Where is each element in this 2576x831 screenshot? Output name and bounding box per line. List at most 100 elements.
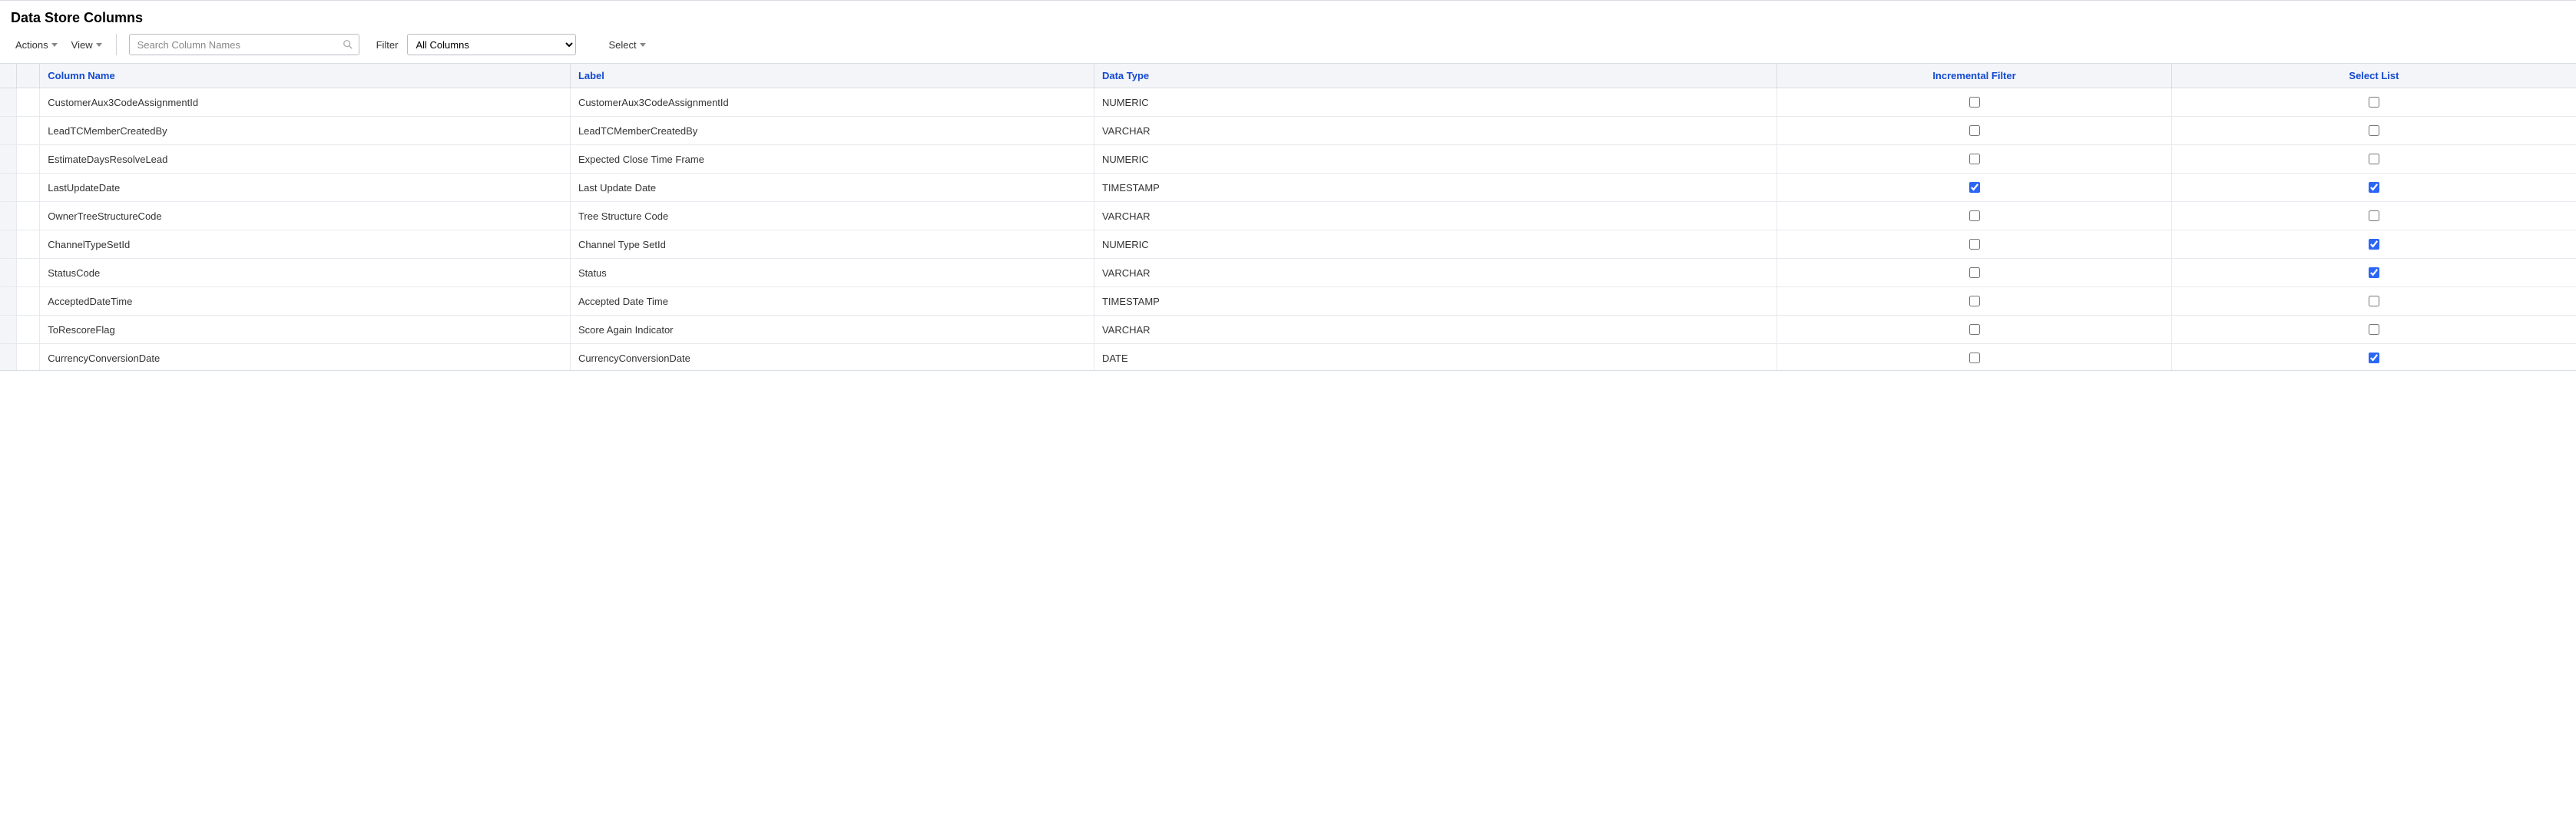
table-row[interactable]: LeadTCMemberCreatedByLeadTCMemberCreated… — [0, 117, 2576, 145]
select-list-checkbox[interactable] — [2369, 296, 2379, 306]
col-header-column-name[interactable]: Column Name — [40, 64, 571, 88]
chevron-down-icon — [640, 43, 646, 47]
table-row[interactable]: CustomerAux3CodeAssignmentIdCustomerAux3… — [0, 88, 2576, 117]
cell-incremental-filter — [1777, 145, 2172, 174]
actions-menu-button[interactable]: Actions — [11, 36, 62, 54]
cell-column-name: CurrencyConversionDate — [40, 344, 571, 371]
actions-label: Actions — [15, 39, 48, 51]
row-handle — [0, 316, 17, 344]
incremental-filter-checkbox[interactable] — [1969, 267, 1980, 278]
table-scroll-region[interactable]: Column Name Label Data Type Incremental … — [0, 63, 2576, 370]
col-header-label[interactable]: Label — [570, 64, 1094, 88]
cell-column-name: LastUpdateDate — [40, 174, 571, 202]
incremental-filter-checkbox[interactable] — [1969, 182, 1980, 193]
table-row[interactable]: ToRescoreFlagScore Again IndicatorVARCHA… — [0, 316, 2576, 344]
row-select-cell — [17, 174, 40, 202]
incremental-filter-checkbox[interactable] — [1969, 296, 1980, 306]
select-list-checkbox[interactable] — [2369, 210, 2379, 221]
filter-label: Filter — [376, 39, 399, 51]
row-select-cell — [17, 344, 40, 371]
cell-data-type: TIMESTAMP — [1094, 287, 1776, 316]
table-row[interactable]: AcceptedDateTimeAccepted Date TimeTIMEST… — [0, 287, 2576, 316]
incremental-filter-checkbox[interactable] — [1969, 97, 1980, 108]
row-select-header — [17, 64, 40, 88]
cell-label: CurrencyConversionDate — [570, 344, 1094, 371]
cell-data-type: TIMESTAMP — [1094, 174, 1776, 202]
col-header-select-list[interactable]: Select List — [2171, 64, 2576, 88]
col-header-data-type[interactable]: Data Type — [1094, 64, 1776, 88]
select-list-checkbox[interactable] — [2369, 267, 2379, 278]
toolbar: Actions View Filter All Columns Select — [0, 34, 2576, 63]
row-select-cell — [17, 117, 40, 145]
row-handle — [0, 287, 17, 316]
row-handle — [0, 230, 17, 259]
row-select-cell — [17, 259, 40, 287]
view-label: View — [71, 39, 93, 51]
incremental-filter-checkbox[interactable] — [1969, 324, 1980, 335]
select-menu-button[interactable]: Select — [604, 36, 650, 54]
row-handle — [0, 117, 17, 145]
table-row[interactable]: OwnerTreeStructureCodeTree Structure Cod… — [0, 202, 2576, 230]
cell-select-list — [2171, 287, 2576, 316]
row-select-cell — [17, 230, 40, 259]
cell-data-type: VARCHAR — [1094, 316, 1776, 344]
cell-column-name: AcceptedDateTime — [40, 287, 571, 316]
table-row[interactable]: LastUpdateDateLast Update DateTIMESTAMP — [0, 174, 2576, 202]
cell-label: Status — [570, 259, 1094, 287]
cell-incremental-filter — [1777, 117, 2172, 145]
select-list-checkbox[interactable] — [2369, 182, 2379, 193]
cell-select-list — [2171, 117, 2576, 145]
row-select-cell — [17, 316, 40, 344]
search-icon — [343, 39, 353, 50]
row-handle — [0, 88, 17, 117]
cell-data-type: VARCHAR — [1094, 202, 1776, 230]
cell-column-name: StatusCode — [40, 259, 571, 287]
cell-column-name: EstimateDaysResolveLead — [40, 145, 571, 174]
select-list-checkbox[interactable] — [2369, 125, 2379, 136]
cell-incremental-filter — [1777, 88, 2172, 117]
select-list-checkbox[interactable] — [2369, 239, 2379, 250]
cell-label: Score Again Indicator — [570, 316, 1094, 344]
cell-incremental-filter — [1777, 259, 2172, 287]
table-row[interactable]: CurrencyConversionDateCurrencyConversion… — [0, 344, 2576, 371]
col-header-incremental-filter[interactable]: Incremental Filter — [1777, 64, 2172, 88]
chevron-down-icon — [51, 43, 58, 47]
page-title: Data Store Columns — [0, 4, 2576, 34]
cell-label: Expected Close Time Frame — [570, 145, 1094, 174]
cell-select-list — [2171, 344, 2576, 371]
table-row[interactable]: StatusCodeStatusVARCHAR — [0, 259, 2576, 287]
cell-column-name: CustomerAux3CodeAssignmentId — [40, 88, 571, 117]
cell-select-list — [2171, 174, 2576, 202]
select-list-checkbox[interactable] — [2369, 353, 2379, 363]
cell-select-list — [2171, 230, 2576, 259]
toolbar-divider — [116, 34, 117, 55]
search-input[interactable] — [129, 34, 359, 55]
cell-label: Channel Type SetId — [570, 230, 1094, 259]
select-list-checkbox[interactable] — [2369, 324, 2379, 335]
select-list-checkbox[interactable] — [2369, 97, 2379, 108]
view-menu-button[interactable]: View — [67, 36, 107, 54]
incremental-filter-checkbox[interactable] — [1969, 154, 1980, 164]
cell-label: Tree Structure Code — [570, 202, 1094, 230]
cell-select-list — [2171, 145, 2576, 174]
filter-select[interactable]: All Columns — [407, 34, 576, 55]
select-list-checkbox[interactable] — [2369, 154, 2379, 164]
table-row[interactable]: EstimateDaysResolveLeadExpected Close Ti… — [0, 145, 2576, 174]
cell-data-type: NUMERIC — [1094, 145, 1776, 174]
cell-label: Last Update Date — [570, 174, 1094, 202]
incremental-filter-checkbox[interactable] — [1969, 353, 1980, 363]
cell-incremental-filter — [1777, 344, 2172, 371]
incremental-filter-checkbox[interactable] — [1969, 125, 1980, 136]
cell-incremental-filter — [1777, 316, 2172, 344]
row-select-cell — [17, 202, 40, 230]
table-row[interactable]: ChannelTypeSetIdChannel Type SetIdNUMERI… — [0, 230, 2576, 259]
cell-column-name: ChannelTypeSetId — [40, 230, 571, 259]
row-handle — [0, 344, 17, 371]
cell-select-list — [2171, 88, 2576, 117]
cell-label: CustomerAux3CodeAssignmentId — [570, 88, 1094, 117]
row-select-cell — [17, 145, 40, 174]
table-header-row: Column Name Label Data Type Incremental … — [0, 64, 2576, 88]
incremental-filter-checkbox[interactable] — [1969, 210, 1980, 221]
incremental-filter-checkbox[interactable] — [1969, 239, 1980, 250]
cell-select-list — [2171, 259, 2576, 287]
